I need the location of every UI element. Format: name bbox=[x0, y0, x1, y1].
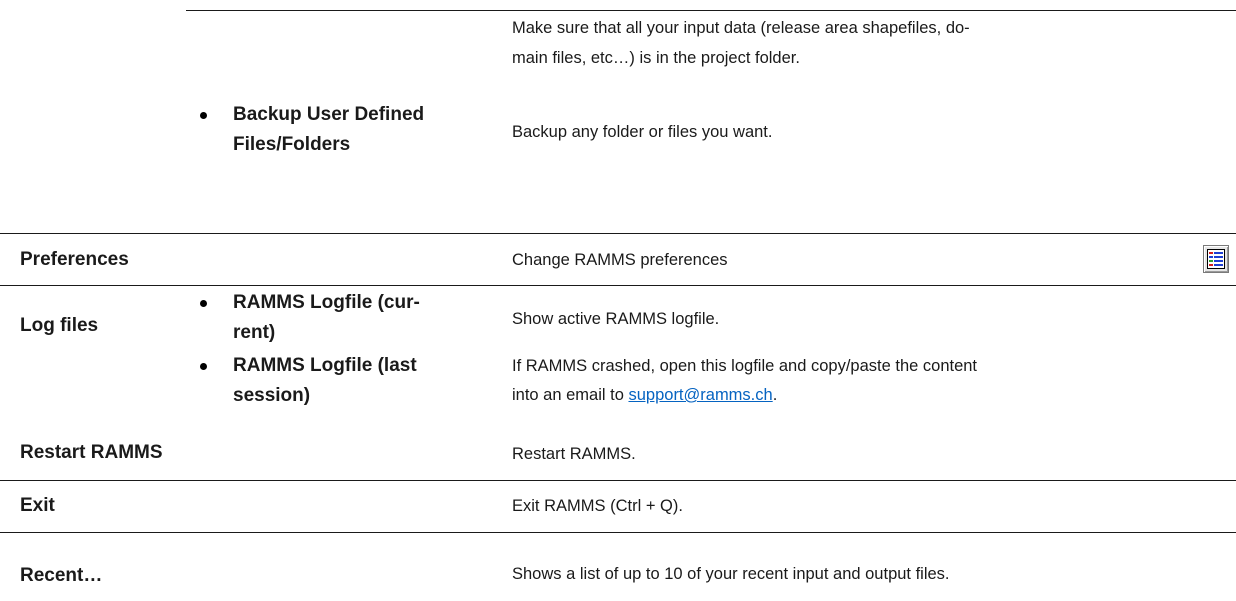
support-email-link[interactable]: support@ramms.ch bbox=[628, 386, 772, 404]
preferences-label: Preferences bbox=[20, 249, 129, 270]
logfile-last-label: session) bbox=[233, 385, 311, 406]
row-divider bbox=[0, 532, 1236, 533]
bullet-icon bbox=[200, 300, 207, 307]
backup-label: Backup User Defined bbox=[233, 104, 425, 125]
logfile-last-description: If RAMMS crashed, open this logfile and … bbox=[512, 357, 978, 375]
logfile-current-label: RAMMS Logfile (cur- bbox=[233, 292, 420, 313]
row-divider bbox=[0, 285, 1236, 286]
project-folder-description: main files, etc…) is in the project fold… bbox=[512, 49, 800, 67]
email-suffix-text: . bbox=[772, 386, 778, 404]
log-files-label: Log files bbox=[20, 315, 99, 336]
exit-label: Exit bbox=[20, 495, 55, 516]
preferences-icon-graphic bbox=[1207, 249, 1225, 269]
row-divider bbox=[0, 233, 1236, 234]
backup-label: Files/Folders bbox=[233, 134, 351, 155]
exit-description: Exit RAMMS (Ctrl + Q). bbox=[512, 497, 683, 515]
recent-description: Shows a list of up to 10 of your recent … bbox=[512, 565, 950, 583]
backup-description: Backup any folder or files you want. bbox=[512, 123, 773, 141]
restart-label: Restart RAMMS bbox=[20, 442, 163, 463]
bullet-icon bbox=[200, 112, 207, 119]
project-folder-description: Make sure that all your input data (rele… bbox=[512, 19, 970, 37]
row-divider bbox=[186, 10, 1236, 11]
logfile-last-description: into an email to support@ramms.ch. bbox=[512, 383, 777, 407]
logfile-last-label: RAMMS Logfile (last bbox=[233, 355, 417, 376]
email-prefix-text: into an email to bbox=[512, 386, 629, 404]
logfile-current-label: rent) bbox=[233, 322, 276, 343]
recent-label: Recent… bbox=[20, 565, 103, 586]
logfile-current-description: Show active RAMMS logfile. bbox=[512, 310, 720, 328]
preferences-description: Change RAMMS preferences bbox=[512, 251, 728, 269]
row-divider bbox=[0, 480, 1236, 481]
restart-description: Restart RAMMS. bbox=[512, 445, 636, 463]
preferences-icon[interactable] bbox=[1203, 245, 1229, 273]
bullet-icon bbox=[200, 363, 207, 370]
